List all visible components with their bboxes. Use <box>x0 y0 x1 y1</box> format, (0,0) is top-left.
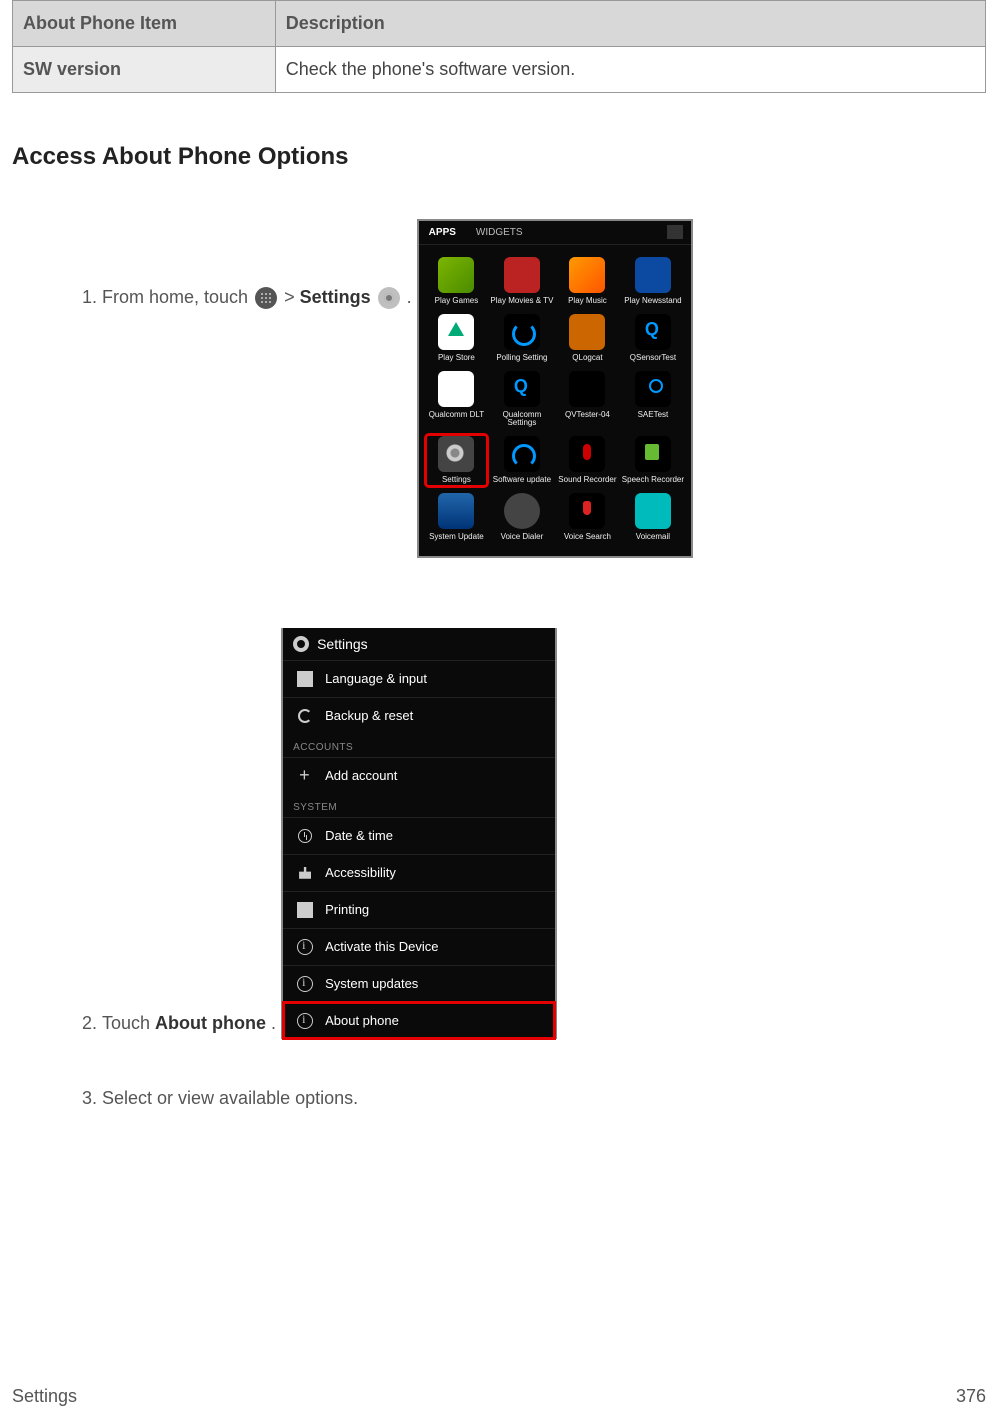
app-voicemail: Voicemail <box>621 491 685 544</box>
category-accounts: ACCOUNTS <box>283 734 555 757</box>
app-settings: Settings <box>425 434 489 487</box>
app-speech-recorder: Speech Recorder <box>621 434 685 487</box>
table-row-desc: Check the phone's software version. <box>275 47 985 93</box>
row-system-updates: System updates <box>283 965 555 1002</box>
footer-page-number: 376 <box>956 1386 986 1407</box>
home-apps-icon <box>255 287 277 309</box>
tab-apps: APPS <box>429 227 456 238</box>
section-heading: Access About Phone Options <box>12 143 986 171</box>
category-system: SYSTEM <box>283 794 555 817</box>
footer-section: Settings <box>12 1386 77 1407</box>
tab-widgets: WIDGETS <box>476 227 523 238</box>
step-3: Select or view available options. <box>102 1085 986 1111</box>
app-voice-dialer: Voice Dialer <box>490 491 554 544</box>
app-voice-search: Voice Search <box>556 491 620 544</box>
row-about-phone: About phone <box>283 1002 555 1039</box>
info-icon <box>297 1013 313 1029</box>
app-qsensortest: QSensorTest <box>621 312 685 365</box>
settings-header: Settings <box>283 628 555 660</box>
app-qualcomm-dlt: Qualcomm DLT <box>425 369 489 431</box>
steps-list: From home, touch > Settings . APPS WIDGE… <box>12 195 986 1111</box>
app-play-newsstand: Play Newsstand <box>621 255 685 308</box>
language-icon <box>297 671 313 687</box>
app-play-music: Play Music <box>556 255 620 308</box>
app-play-games: Play Games <box>425 255 489 308</box>
row-printing: Printing <box>283 891 555 928</box>
settings-gear-icon <box>378 287 400 309</box>
printer-icon <box>297 902 313 918</box>
clock-icon <box>297 828 313 844</box>
accessibility-icon <box>297 865 313 881</box>
app-saetest: SAETest <box>621 369 685 431</box>
table-header-item: About Phone Item <box>13 1 276 47</box>
row-language: Language & input <box>283 660 555 697</box>
info-icon <box>297 976 313 992</box>
app-polling: Polling Setting <box>490 312 554 365</box>
about-phone-table: About Phone Item Description SW version … <box>12 0 986 93</box>
app-system-update: System Update <box>425 491 489 544</box>
page-footer: Settings 376 <box>12 1386 986 1407</box>
gear-icon <box>293 636 309 652</box>
row-date-time: Date & time <box>283 817 555 854</box>
app-sound-recorder: Sound Recorder <box>556 434 620 487</box>
backup-icon <box>297 708 313 724</box>
app-software-update: Software update <box>490 434 554 487</box>
row-activate: Activate this Device <box>283 928 555 965</box>
app-qvtester: QVTester-04 <box>556 369 620 431</box>
app-qualcomm-settings: Qualcomm Settings <box>490 369 554 431</box>
screenshot-settings: Settings Language & input Backup & reset… <box>281 628 557 1039</box>
screenshot-apps: APPS WIDGETS Play Games Play Movies & TV… <box>417 219 693 558</box>
row-accessibility: Accessibility <box>283 854 555 891</box>
info-icon <box>297 939 313 955</box>
app-play-movies: Play Movies & TV <box>490 255 554 308</box>
table-row-label: SW version <box>13 47 276 93</box>
step-1: From home, touch > Settings . APPS WIDGE… <box>102 195 986 582</box>
app-play-store: Play Store <box>425 312 489 365</box>
app-qlogcat: QLogcat <box>556 312 620 365</box>
row-backup: Backup & reset <box>283 697 555 734</box>
plus-icon <box>297 768 313 784</box>
row-add-account: Add account <box>283 757 555 794</box>
table-header-desc: Description <box>275 1 985 47</box>
store-icon <box>667 225 683 239</box>
step-2: Touch About phone . Settings Language & … <box>102 604 986 1063</box>
